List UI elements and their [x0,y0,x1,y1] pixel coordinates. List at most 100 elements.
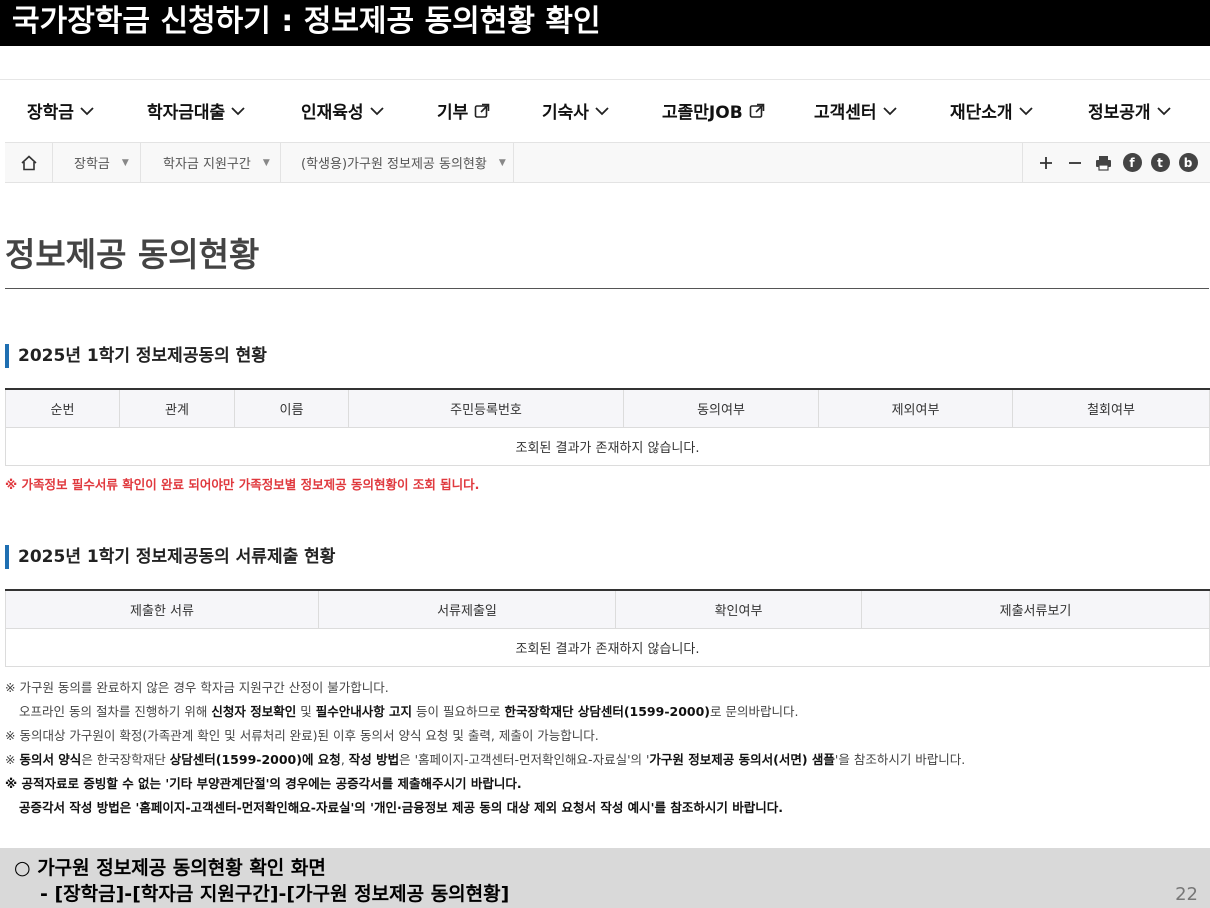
main-nav: 장학금 학자금대출 인재육성 기부 기숙사 고졸만JOB 고객센터 재단소개 정… [0,80,1210,142]
notice-item: 공증각서 작성 방법은 '홈페이지-고객센터-먼저확인해요-자료실'의 '개인·… [5,799,1205,823]
nav-label: 기부 [437,103,469,123]
col-header-name: 이름 [234,389,349,428]
title-divider [5,288,1209,289]
col-header-confirmed: 확인여부 [615,590,862,629]
col-header-seq: 순번 [5,389,120,428]
nav-item-donation[interactable]: 기부 [437,98,490,123]
table-row: 조회된 결과가 존재하지 않습니다. [5,627,1210,667]
notice-text: , [340,752,349,767]
nav-item-job[interactable]: 고졸만JOB [662,98,765,123]
nav-item-customer[interactable]: 고객센터 [814,98,897,123]
twitter-icon: t [1157,155,1163,170]
plus-icon [1039,156,1052,169]
home-icon [20,154,37,170]
table-row: 조회된 결과가 존재하지 않습니다. [5,426,1210,466]
nav-label: 재단소개 [950,103,1013,123]
notice-text: '을 참조하시기 바랍니다. [834,752,966,767]
section-title-consent: 2025년 1학기 정보제공동의 현황 [5,344,267,368]
notice-emphasis: 신청자 정보확인 [211,704,297,719]
chevron-down-icon [1018,106,1033,115]
caret-down-icon: ▼ [262,157,270,168]
slide-heading: 국가장학금 신청하기 : 정보제공 동의현황 확인 [0,0,1210,46]
notice-item: ※ 동의서 양식은 한국장학재단 상담센터(1599-2000)에 요청, 작성… [5,751,1205,775]
notice-text: 은 한국장학재단 [81,752,170,767]
blog-icon: b [1183,155,1193,170]
notice-text: 및 [296,704,316,719]
nav-label: 인재육성 [301,103,364,123]
breadcrumb: 장학금 ▼ 학자금 지원구간 ▼ (학생용)가구원 정보제공 동의현황 ▼ f … [5,142,1210,183]
col-header-consent: 동의여부 [623,389,819,428]
notice-text: 오프라인 동의 절차를 진행하기 위해 [19,704,212,719]
col-header-submit-date: 서류제출일 [318,590,616,629]
notice-emphasis: 공증각서 작성 방법은 '홈페이지-고객센터-먼저확인해요-자료실'의 '개인·… [19,800,783,815]
notice-emphasis: 동의서 양식 [19,752,82,767]
nav-item-loan[interactable]: 학자금대출 [147,98,245,123]
breadcrumb-home[interactable] [5,143,53,182]
breadcrumb-label: 장학금 [74,157,110,172]
notice-item: ※ 공적자료로 증빙할 수 없는 '기타 부양관계단절'의 경우에는 공증각서를… [5,775,1205,799]
breadcrumb-item-scholarship[interactable]: 장학금 ▼ [53,143,141,182]
minus-icon [1068,161,1081,164]
chevron-down-icon [369,106,384,115]
documents-table: 제출한 서류 서류제출일 확인여부 제출서류보기 조회된 결과가 존재하지 않습… [5,589,1210,667]
nav-label: 고객센터 [814,103,877,123]
external-link-icon [474,103,490,118]
col-header-withdrawal: 철회여부 [1012,389,1210,428]
nav-label: 장학금 [27,103,74,123]
zoom-out-button[interactable] [1065,153,1085,173]
breadcrumb-item-consent-status[interactable]: (학생용)가구원 정보제공 동의현황 ▼ [281,143,514,182]
nav-label: 고졸만JOB [662,103,743,123]
chevron-down-icon [1156,106,1171,115]
page-title: 정보제공 동의현황 [5,235,260,274]
col-header-exclusion: 제외여부 [818,389,1013,428]
notice-emphasis: 상담센터(1599-2000)에 요청 [169,752,341,767]
slide-caption: ○ 가구원 정보제공 동의현황 확인 화면 - [장학금]-[학자금 지원구간]… [0,848,1210,908]
notice-emphasis: ※ 공적자료로 증빙할 수 없는 '기타 부양관계단절'의 경우에는 공증각서를… [5,776,522,791]
notice-text: 등이 필요하므로 [412,704,505,719]
nav-item-disclosure[interactable]: 정보공개 [1088,98,1171,123]
notice-emphasis: 가구원 정보제공 동의서(서면) 샘플 [649,752,835,767]
chevron-down-icon [80,106,94,115]
col-header-view-document: 제출서류보기 [861,590,1210,629]
print-icon [1096,155,1111,171]
twitter-share-button[interactable]: t [1150,153,1170,172]
notice-emphasis: 작성 방법 [348,752,400,767]
page-number: 22 [1175,884,1198,905]
external-link-icon [749,103,764,118]
notice-list: ※ 가구원 동의를 완료하지 않은 경우 학자금 지원구간 산정이 불가합니다.… [5,679,1205,823]
nav-item-talent[interactable]: 인재육성 [301,98,384,123]
notice-text: 은 '홈페이지-고객센터-먼저확인해요-자료실'의 ' [399,752,650,767]
blog-share-button[interactable]: b [1178,153,1198,172]
zoom-in-button[interactable] [1036,153,1056,173]
breadcrumb-label: 학자금 지원구간 [163,157,251,172]
print-button[interactable] [1094,153,1114,173]
section-title-documents: 2025년 1학기 정보제공동의 서류제출 현황 [5,545,335,569]
notice-item: ※ 가구원 동의를 완료하지 않은 경우 학자금 지원구간 산정이 불가합니다. [5,680,389,695]
nav-label: 학자금대출 [147,103,226,123]
nav-item-about[interactable]: 재단소개 [950,98,1033,123]
notice-item: ※ 동의대상 가구원이 확정(가족관계 확인 및 서류처리 완료)된 이후 동의… [5,728,599,743]
caret-down-icon: ▼ [121,157,129,168]
facebook-share-button[interactable]: f [1122,153,1142,172]
page-tools: f t b [1022,143,1210,182]
notice-text: 로 문의바랍니다. [710,704,799,719]
nav-label: 정보공개 [1088,103,1151,123]
empty-message: 조회된 결과가 존재하지 않습니다. [5,627,1210,667]
notice-item: 오프라인 동의 절차를 진행하기 위해 신청자 정보확인 및 필수안내사항 고지… [5,703,1205,727]
facebook-icon: f [1129,155,1135,170]
chevron-down-icon [595,106,609,115]
chevron-down-icon [231,106,245,115]
chevron-down-icon [882,106,897,115]
caption-path: - [장학금]-[학자금 지원구간]-[가구원 정보제공 동의현황] [40,883,510,905]
col-header-document: 제출한 서류 [5,590,319,629]
empty-message: 조회된 결과가 존재하지 않습니다. [5,426,1210,466]
nav-label: 기숙사 [542,103,589,123]
col-header-relation: 관계 [119,389,235,428]
consent-table: 순번 관계 이름 주민등록번호 동의여부 제외여부 철회여부 조회된 결과가 존… [5,388,1210,466]
breadcrumb-label: (학생용)가구원 정보제공 동의현황 [301,157,487,172]
nav-item-scholarship[interactable]: 장학금 [27,98,94,123]
caption-line: ○ 가구원 정보제공 동의현황 확인 화면 [14,857,326,879]
notice-emphasis: 한국장학재단 상담센터(1599-2000) [504,704,711,719]
nav-item-dormitory[interactable]: 기숙사 [542,98,609,123]
breadcrumb-item-support-tier[interactable]: 학자금 지원구간 ▼ [141,143,281,182]
